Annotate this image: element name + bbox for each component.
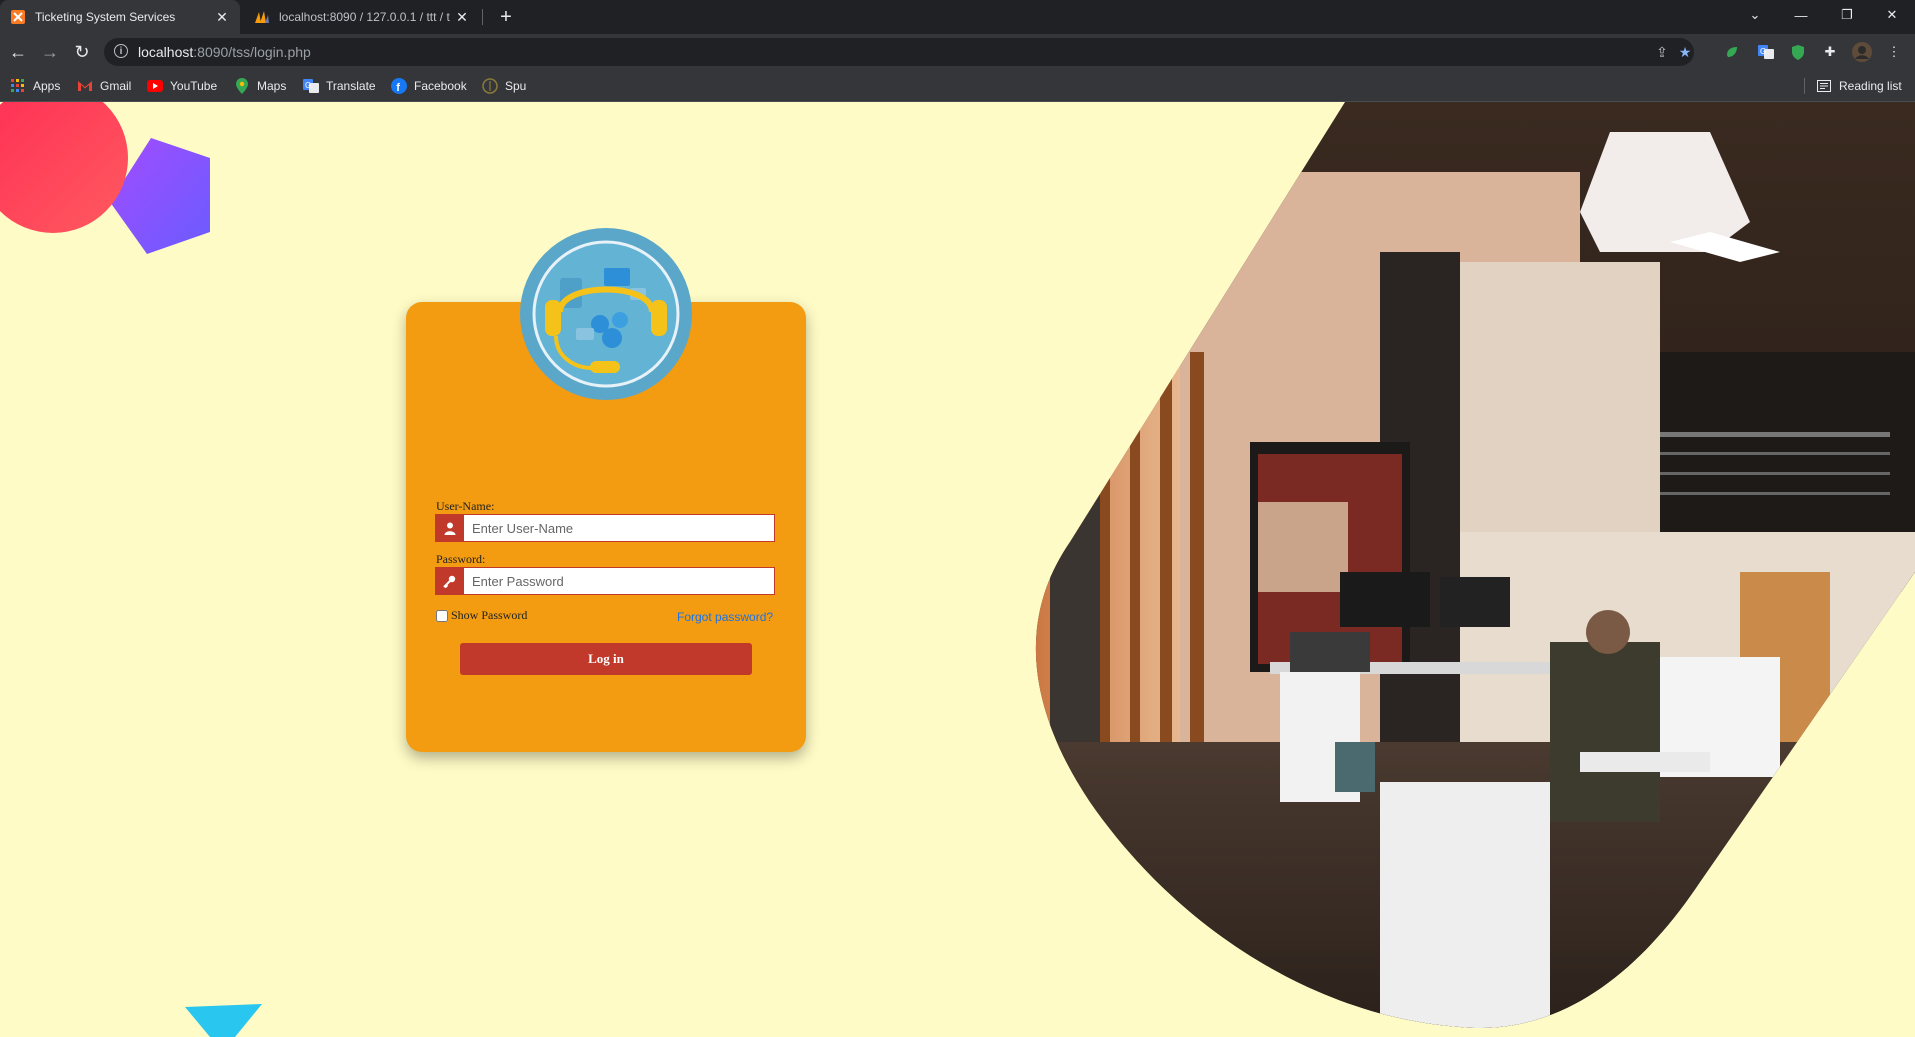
- bookmark-apps[interactable]: Apps: [10, 77, 60, 95]
- bookmark-star-icon[interactable]: ★: [1675, 42, 1695, 62]
- maps-pin-icon: [234, 78, 250, 94]
- forward-icon[interactable]: →: [36, 38, 64, 66]
- show-password-checkbox[interactable]: [436, 609, 448, 622]
- svg-text:f: f: [396, 82, 400, 94]
- new-tab-icon[interactable]: +: [494, 5, 518, 29]
- facebook-icon: f: [391, 78, 407, 94]
- profile-avatar[interactable]: [1852, 42, 1872, 62]
- extensions-puzzle-icon[interactable]: ✚: [1820, 42, 1840, 62]
- decorative-shapes: [0, 102, 210, 254]
- forgot-password-link[interactable]: Forgot password?: [677, 610, 773, 624]
- xampp-icon: [10, 9, 26, 25]
- key-icon: [435, 567, 464, 595]
- youtube-icon: [147, 78, 163, 94]
- decorative-circle: [0, 102, 128, 233]
- username-field: [435, 514, 775, 542]
- username-label: User-Name:: [436, 499, 495, 513]
- reading-list-label: Reading list: [1839, 79, 1902, 93]
- bookmark-facebook[interactable]: f Facebook: [391, 77, 467, 95]
- helpdesk-logo-icon: [520, 228, 692, 400]
- reading-list-button[interactable]: Reading list: [1816, 77, 1902, 95]
- back-icon[interactable]: ←: [4, 38, 32, 66]
- reload-icon[interactable]: ↻: [68, 38, 96, 66]
- tab-title: Ticketing System Services: [35, 10, 176, 24]
- site-info-icon[interactable]: i: [114, 44, 128, 58]
- close-tab-icon[interactable]: ✕: [454, 9, 470, 25]
- username-input[interactable]: [464, 514, 775, 542]
- bookmarks-bar: Apps Gmail YouTube Maps G Translate f Fa…: [0, 70, 1915, 102]
- restore-icon[interactable]: ❐: [1824, 0, 1870, 30]
- bookmark-label: Gmail: [100, 79, 132, 93]
- bookmarks-separator: [1804, 78, 1805, 94]
- bookmark-spu[interactable]: Spu: [482, 77, 526, 95]
- close-window-icon[interactable]: ✕: [1869, 0, 1915, 30]
- show-password-label: Show Password: [451, 608, 528, 622]
- extension-green-icon[interactable]: [1722, 42, 1742, 62]
- bookmark-label: Apps: [33, 79, 61, 93]
- password-input[interactable]: [464, 567, 775, 595]
- tab-phpmyadmin[interactable]: localhost:8090 / 127.0.0.1 / ttt / t ✕: [244, 0, 480, 34]
- svg-text:G: G: [1760, 47, 1766, 56]
- login-button[interactable]: Log in: [460, 643, 752, 675]
- address-url[interactable]: localhost:8090/tss/login.php: [138, 44, 311, 60]
- share-icon[interactable]: ⇪: [1652, 42, 1672, 62]
- bookmark-maps[interactable]: Maps: [234, 77, 286, 95]
- svg-text:G: G: [305, 81, 311, 90]
- bookmark-label: Maps: [257, 79, 287, 93]
- show-password-toggle[interactable]: Show Password: [436, 608, 527, 623]
- menu-kebab-icon[interactable]: ⋮: [1884, 42, 1904, 62]
- reading-list-icon: [1816, 78, 1832, 94]
- tab-separator: [482, 9, 483, 25]
- user-icon: [435, 514, 464, 542]
- shield-extension-icon[interactable]: [1788, 42, 1808, 62]
- bookmark-label: Facebook: [414, 79, 467, 93]
- tab-search-icon[interactable]: ⌄: [1732, 0, 1778, 30]
- login-page: User-Name: Password: Show Password Forgo…: [0, 102, 1915, 1037]
- phpmyadmin-icon: [254, 9, 270, 25]
- close-tab-icon[interactable]: ✕: [214, 9, 230, 25]
- bookmark-label: Spu: [505, 79, 527, 93]
- tab-title: localhost:8090 / 127.0.0.1 / ttt / t: [279, 10, 450, 24]
- bookmark-gmail[interactable]: Gmail: [77, 77, 131, 95]
- gmail-icon: [77, 78, 93, 94]
- minimize-icon[interactable]: ―: [1778, 0, 1824, 30]
- bookmark-label: YouTube: [170, 79, 218, 93]
- tab-ticketing-system[interactable]: Ticketing System Services ✕: [0, 0, 240, 34]
- google-translate-extension-icon[interactable]: G: [1756, 42, 1776, 62]
- address-bar[interactable]: i localhost:8090/tss/login.php ⇪ ★: [104, 38, 1694, 66]
- tab-strip: Ticketing System Services ✕ localhost:80…: [0, 0, 1915, 34]
- spu-icon: [482, 78, 498, 94]
- password-label: Password:: [436, 552, 486, 566]
- decorative-triangle: [185, 1004, 262, 1037]
- bookmark-translate[interactable]: G Translate: [303, 77, 376, 95]
- translate-icon: G: [303, 78, 319, 94]
- office-photo: [1035, 102, 1915, 1029]
- apps-grid-icon: [10, 78, 26, 94]
- password-field: [435, 567, 775, 595]
- bookmark-youtube[interactable]: YouTube: [147, 77, 217, 95]
- bookmark-label: Translate: [326, 79, 376, 93]
- browser-toolbar: ← → ↻ i localhost:8090/tss/login.php ⇪ ★…: [0, 34, 1915, 70]
